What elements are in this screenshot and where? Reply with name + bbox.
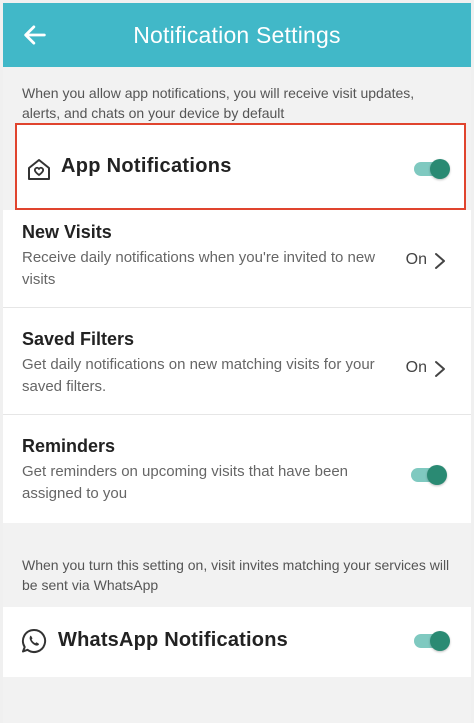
app-notifications-row[interactable]: App Notifications [17,125,464,208]
whatsapp-notifications-toggle[interactable] [414,631,450,651]
app-notifications-highlight: App Notifications [15,123,466,210]
whatsapp-icon [21,628,47,653]
home-heart-icon [28,159,50,180]
setting-title: New Visits [22,222,112,242]
setting-title: Saved Filters [22,329,135,349]
chevron-right-icon [435,361,445,377]
screen: Notification Settings When you allow app… [0,0,474,723]
app-notifications-toggle[interactable] [414,159,450,179]
setting-title: Reminders [22,436,116,456]
app-notifications-label: App Notifications [61,155,232,177]
setting-row-saved-filters[interactable]: Saved Filters Get daily notifications on… [3,308,471,414]
setting-row-new-visits[interactable]: New Visits Receive daily notifications w… [3,210,471,307]
reminders-toggle[interactable] [411,465,447,485]
whatsapp-info: When you turn this setting on, visit inv… [22,557,450,593]
chevron-right-icon [435,253,445,269]
setting-value: On [405,251,427,268]
setting-description: Get daily notifications on new matching … [22,356,375,395]
setting-description: Get reminders on upcoming visits that ha… [22,463,349,502]
app-notifications-info: When you allow app notifications, you wi… [22,85,415,121]
page-title: Notification Settings [133,21,341,48]
app-header: Notification Settings [3,3,471,67]
whatsapp-notifications-row[interactable]: WhatsApp Notifications [3,607,471,677]
whatsapp-notifications-label: WhatsApp Notifications [58,629,288,651]
setting-description: Receive daily notifications when you're … [22,249,376,288]
settings-content: When you allow app notifications, you wi… [3,67,471,723]
setting-value: On [405,359,427,376]
arrow-left-icon[interactable] [21,21,49,49]
setting-row-reminders[interactable]: Reminders Get reminders on upcoming visi… [3,415,471,523]
